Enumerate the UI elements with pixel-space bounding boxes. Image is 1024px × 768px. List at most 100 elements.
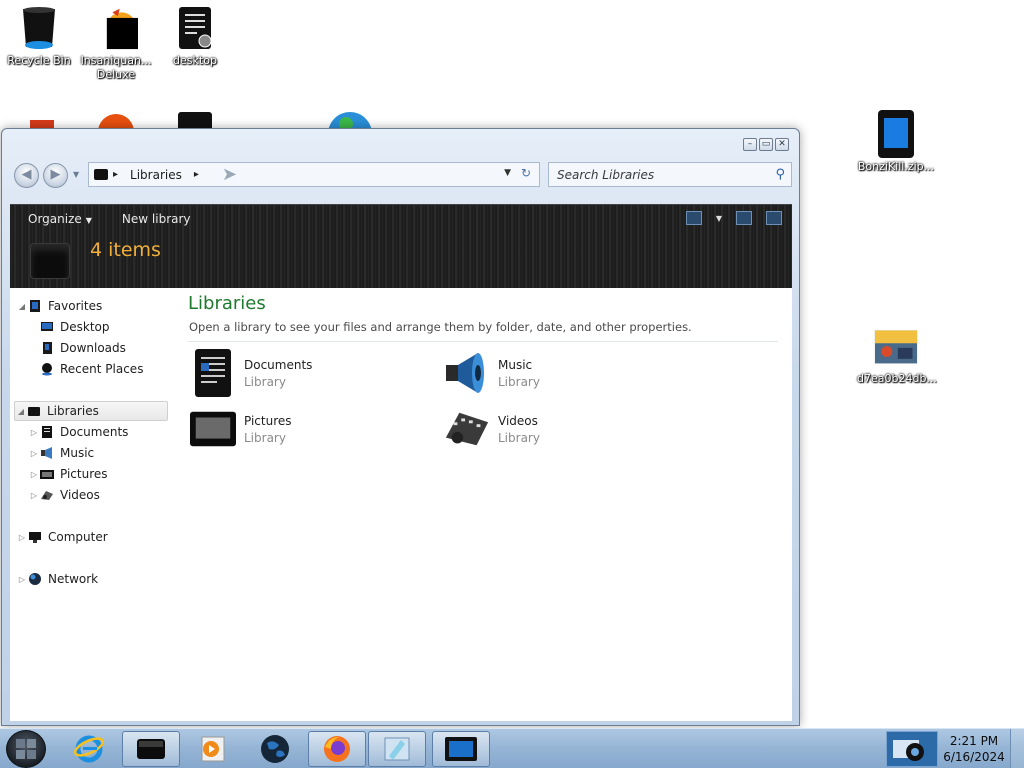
taskbar-firefox[interactable] xyxy=(308,731,366,767)
nav-libraries[interactable]: ◢ Libraries xyxy=(14,401,168,421)
expand-arrow-icon[interactable]: ▷ xyxy=(16,575,28,584)
documents-library-icon xyxy=(190,349,236,397)
recent-pages-dropdown[interactable]: ▼ xyxy=(73,170,79,179)
minimize-button[interactable]: – xyxy=(743,138,757,151)
partial-desktop-icon[interactable] xyxy=(93,110,139,128)
library-item-videos[interactable]: Videos Library xyxy=(444,406,540,452)
close-button[interactable]: ✕ xyxy=(775,138,789,151)
search-input[interactable] xyxy=(557,167,757,182)
desktop-icon-insaniquarium[interactable]: Insaniquan... Deluxe xyxy=(77,4,155,82)
library-item-pictures[interactable]: Pictures Library xyxy=(190,406,292,452)
library-name: Documents xyxy=(244,357,313,372)
collapse-arrow-icon[interactable]: ◢ xyxy=(16,302,28,311)
breadcrumb-separator[interactable]: ▸ xyxy=(113,169,118,180)
taskbar-media-player[interactable] xyxy=(184,731,242,767)
taskbar-internet-explorer[interactable] xyxy=(60,731,118,767)
libraries-folder-icon xyxy=(94,169,108,180)
organize-label: Organize xyxy=(28,212,82,226)
partial-desktop-icon[interactable] xyxy=(176,110,216,128)
new-library-button[interactable]: New library xyxy=(122,212,191,226)
address-history-dropdown[interactable]: ▼ xyxy=(504,168,511,178)
nav-downloads[interactable]: Downloads xyxy=(40,338,126,358)
start-button[interactable] xyxy=(6,730,46,768)
libraries-large-icon xyxy=(30,243,70,279)
nav-desktop[interactable]: Desktop xyxy=(40,317,110,337)
expand-arrow-icon[interactable]: ▷ xyxy=(16,533,28,542)
windows-logo-icon xyxy=(16,739,36,759)
search-box[interactable]: ⚲ xyxy=(548,162,792,187)
view-options-dropdown[interactable]: ▼ xyxy=(716,214,722,223)
music-icon xyxy=(40,446,54,460)
nav-label: Documents xyxy=(60,425,129,439)
paint-icon xyxy=(384,737,410,761)
nav-music[interactable]: ▷ Music xyxy=(28,443,94,463)
library-name: Pictures xyxy=(244,413,292,428)
internet-explorer-icon xyxy=(73,735,105,763)
image-file-icon xyxy=(874,322,918,370)
computer-icon xyxy=(28,530,42,544)
taskbar-paint[interactable] xyxy=(368,731,426,767)
recycle-bin-icon xyxy=(17,4,61,52)
refresh-icon[interactable]: ↻ xyxy=(521,166,531,180)
desktop-icon-bonzikill[interactable]: BonziKill.zip... xyxy=(857,110,935,174)
taskbar-window[interactable] xyxy=(432,731,490,767)
desktop-icon-label: Insaniquan... Deluxe xyxy=(80,54,152,81)
collapse-arrow-icon[interactable]: ◢ xyxy=(15,407,27,416)
nav-label: Videos xyxy=(60,488,100,502)
desktop-icon-recycle-bin[interactable]: Recycle Bin xyxy=(0,4,78,68)
search-icon[interactable]: ⚲ xyxy=(775,167,785,182)
forward-button[interactable]: ▶ xyxy=(43,163,68,188)
change-view-icon[interactable] xyxy=(685,211,702,225)
breadcrumb-libraries[interactable]: Libraries xyxy=(123,165,189,185)
maximize-button[interactable]: ▭ xyxy=(759,138,773,151)
nav-label: Desktop xyxy=(60,320,110,334)
nav-network[interactable]: ▷ Network xyxy=(16,569,98,589)
nav-documents[interactable]: ▷ Documents xyxy=(28,422,129,442)
breadcrumb-separator[interactable]: ▸ xyxy=(194,169,199,180)
view-controls: ▼ xyxy=(685,211,782,225)
back-button[interactable]: ◀ xyxy=(14,163,39,188)
videos-icon xyxy=(40,488,54,502)
firefox-icon xyxy=(324,736,350,762)
library-type: Library xyxy=(498,430,540,445)
taskbar-explorer[interactable] xyxy=(122,731,180,767)
nav-recent-places[interactable]: Recent Places xyxy=(40,359,143,379)
address-bar[interactable]: ▸ Libraries ▸ ➤ ▼ ↻ xyxy=(88,162,540,187)
desktop-icon-desktop[interactable]: desktop xyxy=(156,4,234,68)
library-item-documents[interactable]: Documents Library xyxy=(190,349,313,397)
taskbar-globe[interactable] xyxy=(246,731,304,767)
explorer-window: – ▭ ✕ ◀ ▶ ▼ ▸ Libraries ▸ ➤ ▼ ↻ ⚲ Organi… xyxy=(1,128,800,726)
divider xyxy=(188,341,778,342)
content-area: ◢ Favorites Desktop Downloads Recent Pla… xyxy=(10,288,792,721)
show-desktop-button[interactable] xyxy=(1010,729,1024,768)
pictures-library-icon xyxy=(190,406,236,452)
taskbar: 2:21 PM 6/16/2024 xyxy=(0,728,1024,768)
expand-arrow-icon[interactable]: ▷ xyxy=(28,470,40,479)
desktop-icon-image-file[interactable]: d7ea0b24db... xyxy=(857,322,937,386)
music-library-icon xyxy=(444,350,490,396)
nav-label: Music xyxy=(60,446,95,460)
expand-arrow-icon[interactable]: ▷ xyxy=(28,449,40,458)
nav-videos[interactable]: ▷ Videos xyxy=(28,485,100,505)
expand-arrow-icon[interactable]: ▷ xyxy=(28,428,40,437)
chevron-down-icon: ▼ xyxy=(85,216,92,225)
help-icon[interactable] xyxy=(766,211,782,225)
nav-computer[interactable]: ▷ Computer xyxy=(16,527,108,547)
nav-pictures[interactable]: ▷ Pictures xyxy=(28,464,108,484)
page-subtitle: Open a library to see your files and arr… xyxy=(189,320,692,334)
library-item-music[interactable]: Music Library xyxy=(444,350,540,396)
notification-area[interactable] xyxy=(886,731,938,767)
partial-desktop-icon[interactable] xyxy=(326,110,374,128)
zip-file-icon xyxy=(874,110,918,158)
preview-pane-icon[interactable] xyxy=(736,211,752,225)
system-clock[interactable]: 2:21 PM 6/16/2024 xyxy=(940,733,1008,765)
organize-menu[interactable]: Organize ▼ xyxy=(28,212,92,226)
library-name: Music xyxy=(498,357,533,372)
file-list-pane: Libraries Open a library to see your fil… xyxy=(186,288,792,721)
nav-favorites[interactable]: ◢ Favorites xyxy=(16,296,102,316)
command-bar: Organize ▼ New library ▼ xyxy=(10,205,792,233)
desktop-icon xyxy=(40,320,54,334)
partial-desktop-icon[interactable] xyxy=(20,112,60,128)
header-strip: Organize ▼ New library ▼ 4 items xyxy=(10,204,792,288)
expand-arrow-icon[interactable]: ▷ xyxy=(28,491,40,500)
